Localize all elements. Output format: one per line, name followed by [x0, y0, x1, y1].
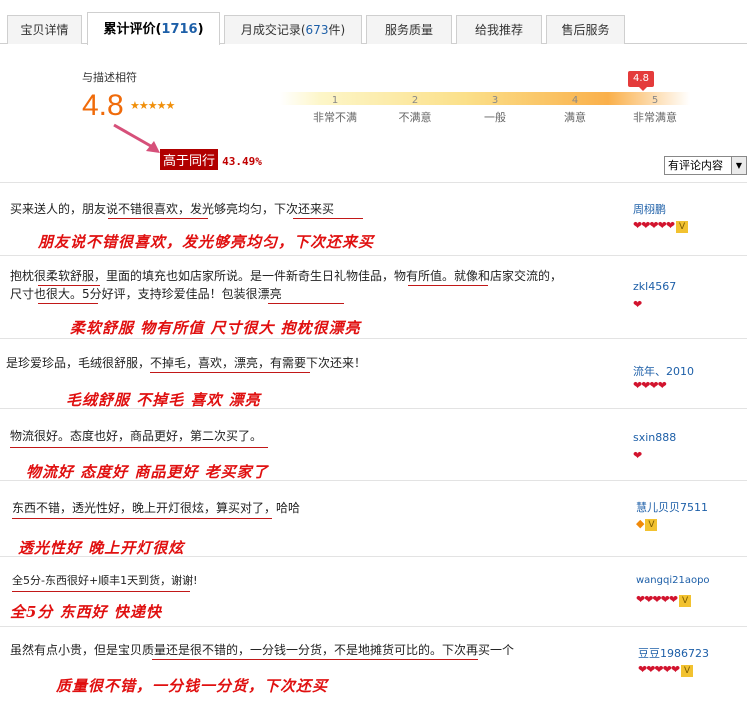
- higher-value: 43.49%: [222, 155, 262, 168]
- rating-label: 与描述相符: [82, 71, 137, 84]
- review-item: 抱枕很柔软舒服，里面的填充也如店家所说。是一件新奇生日礼物佳品，物有所值。就像和…: [0, 255, 747, 338]
- tab-after-sales[interactable]: 售后服务: [546, 15, 625, 44]
- scale-tick: 1: [331, 95, 339, 106]
- comment-filter-select[interactable]: 有评论内容 ▼: [664, 156, 747, 175]
- reviewer-name[interactable]: 流年、2010: [633, 363, 694, 379]
- scale-label: 非常不满: [313, 111, 357, 124]
- review-item: 物流很好。态度也好，商品更好，第二次买了。 物流好 态度好 商品更好 老买家了 …: [0, 408, 747, 481]
- review-annotation: 毛绒舒服 不掉毛 喜欢 漂亮: [66, 391, 261, 409]
- rating-summary: 与描述相符 4.8 ★★★★★ 4.8 1 2 3 4 5 非常不满 不满意 一…: [0, 45, 747, 170]
- review-annotation: 全5分 东西好 快递快: [10, 603, 162, 621]
- underline-mark: [108, 218, 208, 219]
- tab-bar: 宝贝详情 累计评价(1716) 月成交记录(673件) 服务质量 给我推荐 售后…: [0, 0, 747, 45]
- higher-label: 高于同行: [160, 149, 219, 170]
- scale-tick: 5: [651, 95, 659, 106]
- reviewer-badges: ❤❤❤❤❤ V: [638, 663, 694, 677]
- review-text: 虽然有点小贵，但是宝贝质量还是很不错的，一分钱一分货，不是地摊货可比的。下次再买…: [10, 643, 515, 657]
- scale-tick: 3: [491, 95, 499, 106]
- review-text: 全5分-东西很好+顺丰1天到货，谢谢!: [12, 574, 198, 587]
- verified-icon: V: [676, 221, 689, 233]
- review-annotation: 物流好 态度好 商品更好 老买家了: [26, 463, 269, 481]
- review-annotation: 柔软舒服 物有所值 尺寸很大 抱枕很漂亮: [70, 319, 361, 337]
- higher-than-peers: 高于同行 43.49%: [160, 149, 262, 170]
- heart-icon: ❤: [633, 449, 642, 462]
- review-annotation: 朋友说不错很喜欢，发光够亮均匀，下次还来买: [38, 233, 375, 251]
- reviewer-name[interactable]: 周栩鹏: [633, 201, 666, 217]
- scale-tick: 4: [571, 95, 579, 106]
- heart-icon: ❤❤❤❤❤: [633, 219, 675, 232]
- tab-label: 服务质量: [384, 23, 433, 37]
- underline-mark: [12, 591, 190, 592]
- tab-label: 月成交记录: [240, 23, 301, 37]
- reviewer-name[interactable]: 豆豆1986723: [638, 645, 709, 661]
- underline-mark: [12, 518, 272, 519]
- verified-icon: V: [681, 665, 694, 677]
- tab-label: 售后服务: [561, 23, 610, 37]
- underline-mark: [10, 447, 268, 448]
- tab-count: 673: [305, 23, 329, 37]
- review-text: 是珍爱珍品，毛绒很舒服，不掉毛，喜欢，漂亮，有需要下次还来！: [6, 356, 367, 370]
- reviewer-name[interactable]: sxin888: [633, 431, 676, 444]
- tab-label: 宝贝详情: [20, 23, 69, 37]
- reviewer-badges: ❤❤❤❤❤ V: [636, 593, 692, 607]
- reviewer-badges: ❤: [633, 298, 642, 311]
- scale-label: 非常满意: [633, 111, 677, 124]
- scale-label: 不满意: [398, 111, 432, 124]
- underline-mark: [408, 285, 488, 286]
- heart-icon: ❤❤❤❤: [633, 379, 667, 392]
- heart-icon: ❤❤❤❤❤: [638, 663, 680, 676]
- verified-icon: V: [679, 595, 692, 607]
- heart-icon: ❤❤❤❤❤: [636, 593, 678, 606]
- underline-mark: [293, 218, 363, 219]
- reviewer-name[interactable]: zkl4567: [633, 280, 676, 293]
- scale-tick: 2: [411, 95, 419, 106]
- scale-label: 一般: [484, 111, 506, 124]
- tab-reviews[interactable]: 累计评价(1716): [87, 12, 220, 45]
- review-item: 东西不错，透光性好，晚上开灯很炫，算买对了，哈哈 透光性好 晚上开灯很炫 慧儿贝…: [0, 480, 747, 557]
- underline-mark: [268, 303, 344, 304]
- underline-mark: [150, 372, 310, 373]
- review-annotation: 质量很不错，一分钱一分货，下次还买: [56, 677, 329, 695]
- star-icon: ★★★★★: [130, 99, 175, 112]
- reviewer-badges: ◆ V: [636, 517, 658, 531]
- diamond-icon: ◆: [636, 517, 645, 530]
- heart-icon: ❤: [633, 298, 642, 311]
- review-annotation: 透光性好 晚上开灯很炫: [18, 539, 185, 557]
- verified-icon: V: [645, 519, 658, 531]
- tab-label: 给我推荐: [474, 23, 523, 37]
- filter-value: 有评论内容: [668, 159, 723, 172]
- review-item: 全5分-东西很好+顺丰1天到货，谢谢! 全5分 东西好 快递快 wangqi21…: [0, 556, 747, 626]
- scale-label: 满意: [564, 111, 586, 124]
- reviewer-badges: ❤❤❤❤: [633, 379, 667, 392]
- tab-count: 1716: [161, 22, 198, 37]
- reviewer-name[interactable]: wangqi21aopo: [636, 575, 710, 586]
- tab-item-details[interactable]: 宝贝详情: [7, 15, 82, 44]
- reviewer-name[interactable]: 慧儿贝贝7511: [636, 499, 708, 515]
- tab-recommend[interactable]: 给我推荐: [456, 15, 542, 44]
- review-text: 物流很好。态度也好，商品更好，第二次买了。: [10, 429, 263, 443]
- reviewer-badges: ❤❤❤❤❤ V: [633, 219, 689, 233]
- tab-service-quality[interactable]: 服务质量: [366, 15, 452, 44]
- underline-mark: [38, 285, 100, 286]
- review-item: 买来送人的，朋友说不错很喜欢，发光够亮均匀，下次还来买 朋友说不错很喜欢，发光够…: [0, 182, 747, 255]
- review-item: 虽然有点小贵，但是宝贝质量还是很不错的，一分钱一分货，不是地摊货可比的。下次再买…: [0, 626, 747, 708]
- underline-mark: [152, 659, 478, 660]
- tab-monthly-sales[interactable]: 月成交记录(673件): [224, 15, 362, 44]
- rating-score: 4.8: [82, 89, 124, 122]
- score-bubble: 4.8: [628, 71, 654, 91]
- underline-mark: [38, 303, 98, 304]
- tab-label: 累计评价: [103, 22, 156, 37]
- chevron-down-icon[interactable]: ▼: [731, 157, 746, 174]
- review-text: 买来送人的，朋友说不错很喜欢，发光够亮均匀，下次还来买: [10, 202, 335, 216]
- reviewer-badges: ❤: [633, 449, 642, 462]
- review-item: 是珍爱珍品，毛绒很舒服，不掉毛，喜欢，漂亮，有需要下次还来！ 毛绒舒服 不掉毛 …: [0, 338, 747, 409]
- review-text: 东西不错，透光性好，晚上开灯很炫，算买对了，哈哈: [12, 501, 301, 515]
